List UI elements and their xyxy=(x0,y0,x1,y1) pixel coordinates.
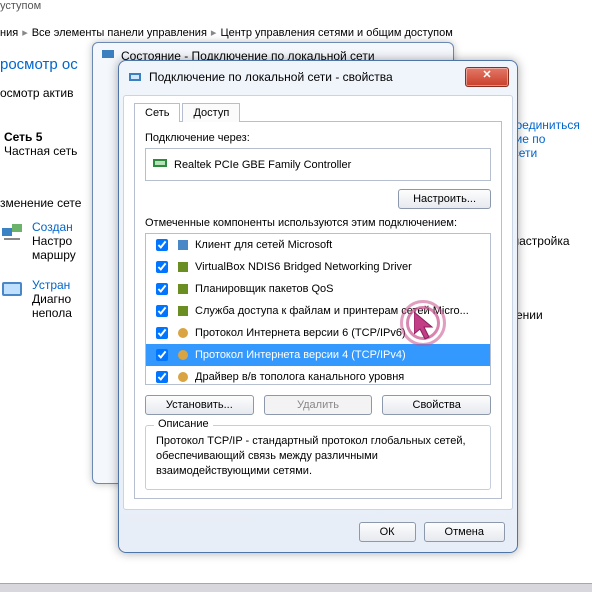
network-name: Сеть 5 xyxy=(4,130,77,144)
checkbox[interactable] xyxy=(156,305,168,317)
protocol-icon xyxy=(175,347,191,363)
checkbox[interactable] xyxy=(156,327,168,339)
task-link[interactable]: Устран xyxy=(32,278,72,292)
list-item[interactable]: Клиент для сетей Microsoft xyxy=(146,234,490,256)
network-setup-icon xyxy=(0,220,24,244)
task-desc: маршру xyxy=(32,248,76,262)
breadcrumb-part[interactable]: Центр управления сетями и общим доступом xyxy=(220,27,452,39)
task-desc: Настро xyxy=(32,234,76,248)
group-title: Описание xyxy=(154,418,213,430)
client-icon xyxy=(175,237,191,253)
breadcrumb[interactable]: ния ▸ Все элементы панели управления ▸ Ц… xyxy=(0,26,453,39)
list-item[interactable]: Планировщик пакетов QoS xyxy=(146,278,490,300)
network-icon xyxy=(127,69,143,85)
service-icon xyxy=(175,259,191,275)
chevron-right-icon: ▸ xyxy=(22,26,28,39)
list-item[interactable]: Драйвер в/в тополога канального уровня xyxy=(146,366,490,385)
checkbox[interactable] xyxy=(156,239,168,251)
properties-dialog: Подключение по локальной сети - свойства… xyxy=(118,60,518,553)
breadcrumb-part[interactable]: Все элементы панели управления xyxy=(32,27,207,39)
chevron-right-icon: ▸ xyxy=(211,26,217,39)
adapter-name: Realtek PCIe GBE Family Controller xyxy=(174,159,351,171)
cancel-button[interactable]: Отмена xyxy=(424,522,505,542)
remove-button: Удалить xyxy=(264,395,373,415)
network-heading: Сеть 5 Частная сеть xyxy=(4,130,77,158)
protocol-icon xyxy=(175,369,191,385)
ok-button[interactable]: ОК xyxy=(359,522,416,542)
list-item[interactable]: Служба доступа к файлам и принтерам сете… xyxy=(146,300,490,322)
description-group: Описание Протокол TCP/IP - стандартный п… xyxy=(145,425,491,490)
checkbox[interactable] xyxy=(156,371,168,383)
dialog-title: Подключение по локальной сети - свойства xyxy=(149,70,465,84)
checkbox[interactable] xyxy=(156,349,168,361)
tab-access[interactable]: Доступ xyxy=(182,103,240,122)
checkbox[interactable] xyxy=(156,261,168,273)
window-hint: уступом xyxy=(0,0,41,12)
breadcrumb-part[interactable]: ния xyxy=(0,27,18,39)
tab-network[interactable]: Сеть xyxy=(134,103,180,122)
description-text: Протокол TCP/IP - стандартный протокол г… xyxy=(156,434,480,479)
list-item[interactable]: VirtualBox NDIS6 Bridged Networking Driv… xyxy=(146,256,490,278)
label: Отмеченные компоненты используются этим … xyxy=(145,217,491,229)
component-properties-button[interactable]: Свойства xyxy=(382,395,491,415)
dialog-titlebar[interactable]: Подключение по локальной сети - свойства… xyxy=(119,61,517,91)
close-button[interactable]: ✕ xyxy=(465,67,509,87)
window-border xyxy=(0,583,592,592)
network-type: Частная сеть xyxy=(4,144,77,158)
section-heading: зменение сете xyxy=(0,196,81,210)
components-list[interactable]: Клиент для сетей Microsoft VirtualBox ND… xyxy=(145,233,491,385)
list-item-selected[interactable]: Протокол Интернета версии 4 (TCP/IPv4) xyxy=(146,344,490,366)
label: Подключение через: xyxy=(145,132,491,144)
checkbox[interactable] xyxy=(156,283,168,295)
task-desc: непола xyxy=(32,306,72,320)
configure-button[interactable]: Настроить... xyxy=(398,189,491,209)
protocol-icon xyxy=(175,325,191,341)
network-icon xyxy=(101,47,115,64)
nic-icon xyxy=(152,155,168,174)
list-item[interactable]: Протокол Интернета версии 6 (TCP/IPv6) xyxy=(146,322,490,344)
service-icon xyxy=(175,303,191,319)
service-icon xyxy=(175,281,191,297)
task-link[interactable]: Создан xyxy=(32,220,76,234)
task-desc: Диагно xyxy=(32,292,72,306)
troubleshoot-icon xyxy=(0,278,24,302)
adapter-box: Realtek PCIe GBE Family Controller xyxy=(145,148,491,181)
install-button[interactable]: Установить... xyxy=(145,395,254,415)
